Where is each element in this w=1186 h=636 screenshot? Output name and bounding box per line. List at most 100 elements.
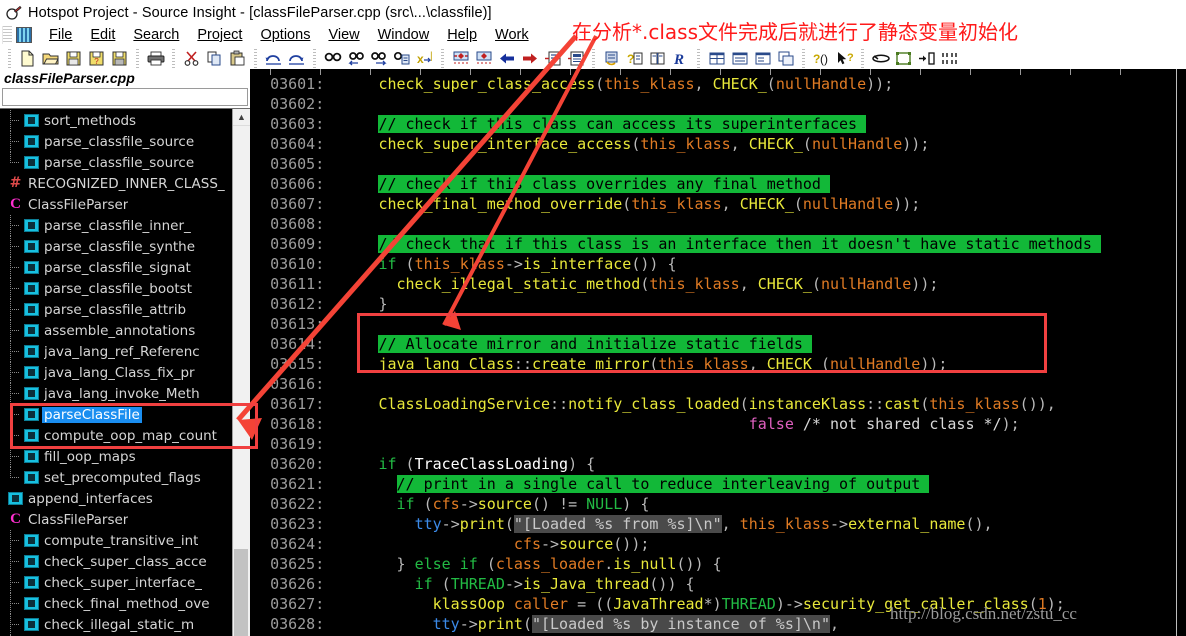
symbol-tree-item[interactable]: parse_classfile_inner_ [0,215,232,236]
code-text[interactable]: 03601: check_super_class_access(this_kla… [252,74,1186,636]
code-line[interactable]: 03623: tty->print("[Loaded %s from %s]\n… [252,514,1186,534]
code-line[interactable]: 03612: } [252,294,1186,314]
symbol-search-input[interactable] [2,88,248,106]
code-line[interactable]: 03608: [252,214,1186,234]
symbol-tree-item[interactable]: parse_classfile_signat [0,257,232,278]
symbol-tree-item[interactable]: assemble_annotations [0,320,232,341]
symbol-tree-item[interactable]: fill_oop_maps [0,446,232,467]
symbol-info-icon[interactable]: ? [624,48,645,69]
syntax-formatting-icon[interactable]: ?() [811,48,832,69]
symbol-tree-item[interactable]: parse_classfile_source [0,131,232,152]
jump-to-previous-icon[interactable] [450,48,471,69]
forward-icon[interactable] [519,48,540,69]
indent-icon[interactable] [916,48,937,69]
code-line[interactable]: 03601: check_super_class_access(this_kla… [252,74,1186,94]
symbol-tree-item[interactable]: compute_transitive_int [0,530,232,551]
code-line[interactable]: 03618: false /* not shared class */); [252,414,1186,434]
code-line[interactable]: 03620: if (TraceClassLoading) { [252,454,1186,474]
code-line[interactable]: 03605: [252,154,1186,174]
symbol-tree-item[interactable]: check_illegal_static_m [0,614,232,635]
find-icon[interactable] [322,48,343,69]
symbol-tree-item[interactable]: check_final_method_ove [0,593,232,614]
symbol-tree-item[interactable]: compute_oop_map_count [0,425,232,446]
code-editor[interactable]: 03601: check_super_class_access(this_kla… [252,69,1186,636]
code-line[interactable]: 03616: [252,374,1186,394]
new-file-icon[interactable] [17,48,38,69]
menu-item-edit[interactable]: Edit [81,25,124,45]
code-line[interactable]: 03619: [252,434,1186,454]
code-line[interactable]: 03606: // check if this class overrides … [252,174,1186,194]
outline-icon[interactable] [565,48,586,69]
symbol-tree-item[interactable]: # RECOGNIZED_INNER_CLASS_ [0,173,232,194]
symbol-tree-item[interactable]: parseClassFile [0,404,232,425]
browse-symbols-icon[interactable] [601,48,622,69]
toolbar-grip-1[interactable] [8,49,11,68]
code-line[interactable]: 03611: check_illegal_static_method(this_… [252,274,1186,294]
cut-icon[interactable] [181,48,202,69]
replace-icon[interactable]: x | [414,48,435,69]
tile-windows-icon[interactable] [706,48,727,69]
menu-item-work[interactable]: Work [486,25,538,45]
symbol-tree-item[interactable]: java_lang_ref_Referenc [0,341,232,362]
symbol-tree-item[interactable]: parse_classfile_source [0,152,232,173]
symbol-tree-item[interactable]: parse_classfile_attrib [0,299,232,320]
code-line[interactable]: 03610: if (this_klass->is_interface()) { [252,254,1186,274]
help-pointer-icon[interactable]: ? [834,48,855,69]
paste-icon[interactable] [227,48,248,69]
symbol-tree-item[interactable]: check_super_interface_ [0,572,232,593]
symbol-tree-item[interactable]: java_lang_invoke_Meth [0,383,232,404]
vertical-split-icon[interactable] [752,48,773,69]
code-line[interactable]: 03622: if (cfs->source() != NULL) { [252,494,1186,514]
menu-item-file[interactable]: File [40,25,81,45]
window-system-menu-icon[interactable] [16,27,32,43]
symbol-tree-item[interactable]: java_lang_Class_fix_pr [0,362,232,383]
scrollbar-thumb[interactable] [234,549,248,636]
symbol-tree-item[interactable]: C ClassFileParser [0,509,232,530]
code-line[interactable]: 03604: check_super_interface_access(this… [252,134,1186,154]
smart-rename-icon[interactable]: R [670,48,691,69]
code-line[interactable]: 03602: [252,94,1186,114]
find-next-icon[interactable] [368,48,389,69]
clip-window-icon[interactable] [893,48,914,69]
symbol-tree-item[interactable]: sort_methods [0,110,232,131]
code-line[interactable]: 03626: if (THREAD->is_Java_thread()) { [252,574,1186,594]
menu-item-options[interactable]: Options [251,25,319,45]
symbol-tree-item[interactable]: append_interfaces [0,488,232,509]
code-line[interactable]: 03614: // Allocate mirror and initialize… [252,334,1186,354]
code-line[interactable]: 03603: // check if this class can access… [252,114,1186,134]
chevron-up-icon[interactable]: ▲ [233,109,250,126]
symbol-tree-item[interactable]: parse_classfile_bootst [0,278,232,299]
find-in-files-icon[interactable] [391,48,412,69]
code-line[interactable]: 03617: ClassLoadingService::notify_class… [252,394,1186,414]
symbol-tree-item[interactable]: set_precomputed_flags [0,467,232,488]
code-line[interactable]: 03615: java_lang_Class::create_mirror(th… [252,354,1186,374]
menu-item-project[interactable]: Project [188,25,251,45]
symbol-tree-item[interactable]: C ClassFileParser [0,194,232,215]
symbol-tree[interactable]: sort_methods parse_classfile_source parse_… [0,109,232,636]
menu-item-view[interactable]: View [319,25,368,45]
horizontal-split-icon[interactable] [729,48,750,69]
open-file-icon[interactable] [40,48,61,69]
code-line[interactable]: 03613: [252,314,1186,334]
print-icon[interactable] [145,48,166,69]
duplicate-window-icon[interactable] [775,48,796,69]
menu-item-search[interactable]: Search [124,25,188,45]
save-all-icon[interactable] [109,48,130,69]
context-window-icon[interactable] [647,48,668,69]
code-line[interactable]: 03624: cfs->source()); [252,534,1186,554]
code-line[interactable]: 03627: klassOop caller = ((JavaThread*)T… [252,594,1186,614]
symbol-tree-item[interactable]: check_super_class_acce [0,551,232,572]
jump-to-next-icon[interactable] [473,48,494,69]
menu-item-window[interactable]: Window [369,25,439,45]
save-as-icon[interactable]: ? [86,48,107,69]
code-line[interactable]: 03628: tty->print("[Loaded %s by instanc… [252,614,1186,634]
save-file-icon[interactable] [63,48,84,69]
symbol-tree-scrollbar[interactable]: ▲ [232,109,250,636]
find-previous-icon[interactable] [345,48,366,69]
undo-icon[interactable] [263,48,284,69]
outdent-icon[interactable] [939,48,960,69]
symbol-tree-item[interactable]: parse_classfile_synthe [0,236,232,257]
copy-icon[interactable] [204,48,225,69]
bookmark-icon[interactable] [870,48,891,69]
code-line[interactable]: 03621: // print in a single call to redu… [252,474,1186,494]
